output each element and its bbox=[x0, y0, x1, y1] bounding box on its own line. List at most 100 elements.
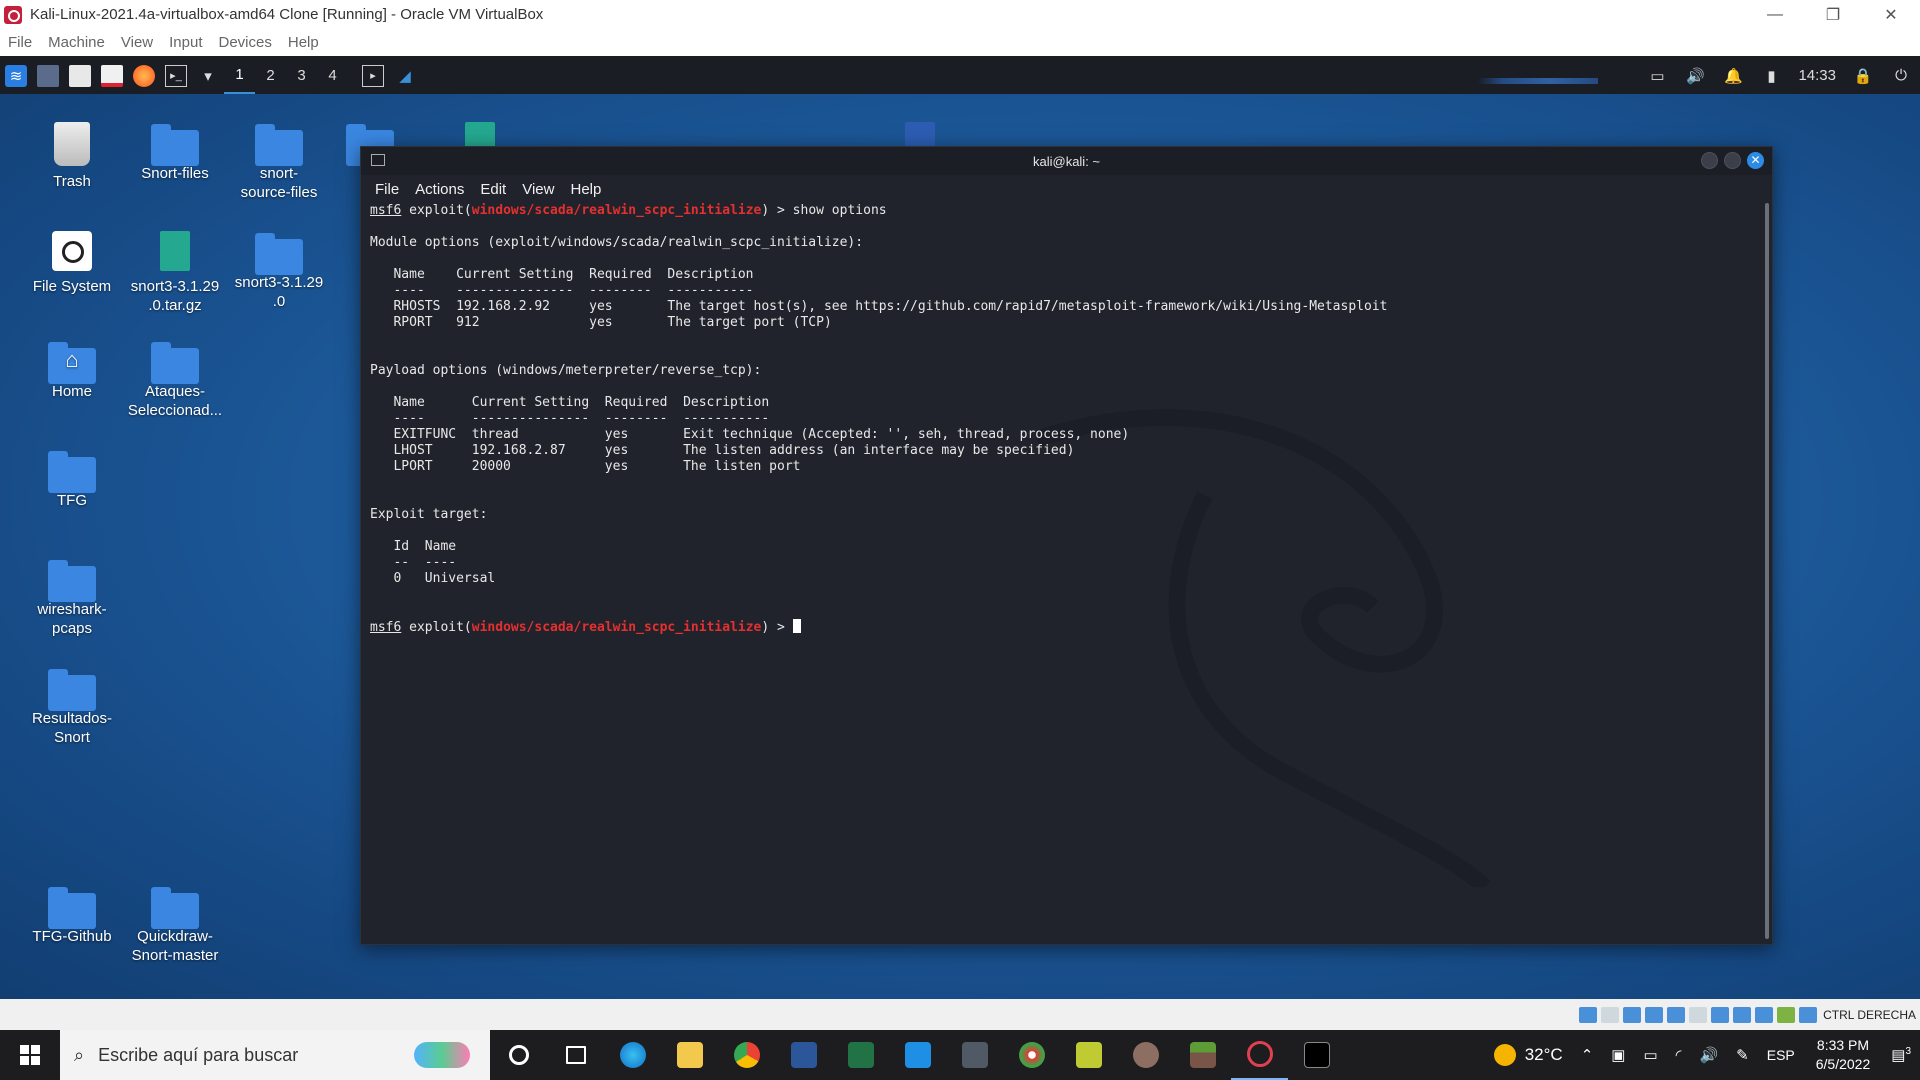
start-button[interactable] bbox=[0, 1030, 60, 1080]
power-icon[interactable]: ⏻ bbox=[1890, 65, 1912, 87]
kali-menu-icon[interactable]: ≋ bbox=[5, 64, 27, 87]
menu-input[interactable]: Input bbox=[161, 34, 210, 51]
optical-drive-icon[interactable] bbox=[1601, 1006, 1620, 1023]
desktop-icon-label: wireshark- pcaps bbox=[37, 601, 107, 637]
desktop-icon-ataques[interactable]: Ataques- Seleccionad... bbox=[120, 340, 230, 420]
terminal-menu-view[interactable]: View bbox=[514, 181, 562, 198]
file-manager-icon[interactable] bbox=[69, 64, 91, 87]
terminal-title-bar[interactable]: kali@kali: ~ ✕ bbox=[361, 147, 1772, 175]
desktop-icon-resultados-snort[interactable]: Resultados- Snort bbox=[17, 667, 127, 747]
desktop-icon-quickdraw[interactable]: Quickdraw- Snort-master bbox=[120, 885, 230, 965]
battery-icon[interactable]: ▮ bbox=[1760, 65, 1782, 87]
word-icon[interactable] bbox=[775, 1030, 832, 1080]
menu-help[interactable]: Help bbox=[280, 34, 327, 51]
close-button[interactable]: ✕ bbox=[1862, 0, 1920, 29]
monitor-icon[interactable]: ▭ bbox=[1646, 65, 1668, 87]
desktop-icon-snort-archive[interactable]: snort3-3.1.29 .0.tar.gz bbox=[120, 231, 230, 315]
terminal-close-button[interactable]: ✕ bbox=[1747, 152, 1764, 169]
kali-window-task-icon[interactable]: ◢ bbox=[394, 65, 416, 87]
terminal-scrollbar[interactable] bbox=[1765, 203, 1769, 939]
pen-icon[interactable]: ✎ bbox=[1727, 1046, 1758, 1064]
desktop-icon-home[interactable]: Home bbox=[17, 340, 127, 401]
taskbar-clock[interactable]: 8:33 PM 6/5/2022 bbox=[1804, 1036, 1883, 1074]
weather-icon[interactable] bbox=[1493, 1044, 1516, 1066]
cortana-icon[interactable] bbox=[490, 1030, 547, 1080]
terminal-maximize-button[interactable] bbox=[1724, 152, 1741, 169]
text-editor-icon[interactable] bbox=[101, 64, 123, 87]
workspace-4[interactable]: 4 bbox=[317, 57, 348, 94]
minimize-button[interactable]: — bbox=[1746, 0, 1804, 29]
desktop-icon-snort-source-files[interactable]: snort- source-files bbox=[224, 122, 334, 202]
task-view-icon[interactable] bbox=[547, 1030, 604, 1080]
folder-icon bbox=[48, 669, 96, 711]
terminal-menu-actions[interactable]: Actions bbox=[407, 181, 472, 198]
meet-now-icon[interactable]: ▣ bbox=[1602, 1046, 1634, 1064]
calculator-icon[interactable] bbox=[946, 1030, 1003, 1080]
excel-icon[interactable] bbox=[832, 1030, 889, 1080]
chevron-down-icon[interactable]: ▾ bbox=[197, 65, 219, 87]
desktop-icon-tfg[interactable]: TFG bbox=[17, 449, 127, 510]
language-indicator[interactable]: ESP bbox=[1758, 1047, 1804, 1063]
output-line: Name Current Setting Required Descriptio… bbox=[370, 395, 770, 410]
edge-icon[interactable] bbox=[604, 1030, 661, 1080]
terminal-taskbar-icon[interactable] bbox=[1288, 1030, 1345, 1080]
desktop-icon-tfg-github[interactable]: TFG-Github bbox=[17, 885, 127, 946]
minecraft-icon[interactable] bbox=[1174, 1030, 1231, 1080]
workspace-2[interactable]: 2 bbox=[255, 57, 286, 94]
guest-additions-icon[interactable] bbox=[1777, 1006, 1796, 1023]
chrome-icon[interactable] bbox=[718, 1030, 775, 1080]
notification-bell-icon[interactable]: 🔔 bbox=[1722, 65, 1744, 87]
host-key-label: CTRL DERECHA bbox=[1823, 1007, 1916, 1022]
battery-icon[interactable]: ▭ bbox=[1634, 1046, 1666, 1064]
terminal-menu-file[interactable]: File bbox=[367, 181, 407, 198]
menu-file[interactable]: File bbox=[0, 34, 40, 51]
app-icon-yellow[interactable] bbox=[1060, 1030, 1117, 1080]
notification-center-icon[interactable]: ▤3 bbox=[1882, 1046, 1920, 1064]
terminal-window[interactable]: kali@kali: ~ ✕ File Actions Edit View He… bbox=[360, 146, 1773, 945]
anime-app-icon[interactable] bbox=[1117, 1030, 1174, 1080]
current-prompt[interactable]: msf6 exploit(windows/scada/realwin_scpc_… bbox=[370, 619, 801, 635]
workspace-1[interactable]: 1 bbox=[224, 57, 255, 94]
desktop-icon-wireshark-pcaps[interactable]: wireshark- pcaps bbox=[17, 558, 127, 638]
panel-clock[interactable]: 14:33 bbox=[1798, 67, 1836, 84]
chevron-up-icon[interactable]: ⌃ bbox=[1572, 1046, 1603, 1064]
desktop-icon-label: Trash bbox=[53, 173, 91, 190]
menu-machine[interactable]: Machine bbox=[40, 34, 113, 51]
display-icon[interactable] bbox=[1711, 1006, 1730, 1023]
terminal-output[interactable]: msf6 exploit(windows/scada/realwin_scpc_… bbox=[370, 203, 1760, 938]
desktop-icon-snort-files[interactable]: Snort-files bbox=[120, 122, 230, 183]
wifi-icon[interactable]: ◜ bbox=[1667, 1046, 1691, 1064]
network-icon[interactable] bbox=[1645, 1006, 1664, 1023]
show-desktop-icon[interactable] bbox=[37, 64, 59, 87]
menu-devices[interactable]: Devices bbox=[211, 34, 280, 51]
hdd-icon[interactable] bbox=[1579, 1006, 1598, 1023]
desktop-icon-snort-folder[interactable]: snort3-3.1.29 .0 bbox=[224, 231, 334, 311]
weather-temperature[interactable]: 32°C bbox=[1516, 1045, 1572, 1065]
desktop-icon-file-system[interactable]: File System bbox=[17, 231, 127, 296]
virtualbox-taskbar-icon[interactable] bbox=[1231, 1030, 1288, 1080]
shared-folders-icon[interactable] bbox=[1689, 1006, 1708, 1023]
file-explorer-icon[interactable] bbox=[661, 1030, 718, 1080]
restore-button[interactable]: ❐ bbox=[1804, 0, 1862, 29]
terminal-menu-bar: File Actions Edit View Help bbox=[361, 175, 1772, 203]
desktop-icon-trash[interactable]: Trash bbox=[17, 122, 127, 191]
taskbar-search[interactable]: ⌕ Escribe aquí para buscar bbox=[60, 1030, 490, 1080]
menu-view[interactable]: View bbox=[113, 34, 161, 51]
workspace-3[interactable]: 3 bbox=[286, 57, 317, 94]
usb-icon[interactable] bbox=[1667, 1006, 1686, 1023]
terminal-window-task-icon[interactable]: ▸ bbox=[362, 64, 384, 87]
terminal-minimize-button[interactable] bbox=[1701, 152, 1718, 169]
terminal-icon[interactable]: ▸_ bbox=[165, 64, 187, 87]
audio-icon[interactable] bbox=[1623, 1006, 1642, 1023]
mail-icon[interactable] bbox=[889, 1030, 946, 1080]
lock-icon[interactable]: 🔒 bbox=[1852, 65, 1874, 87]
cpu-icon[interactable] bbox=[1755, 1006, 1774, 1023]
mouse-integration-icon[interactable] bbox=[1799, 1006, 1818, 1023]
terminal-menu-edit[interactable]: Edit bbox=[472, 181, 514, 198]
volume-icon[interactable]: 🔊 bbox=[1684, 65, 1706, 87]
speaker-icon[interactable]: 🔊 bbox=[1690, 1046, 1727, 1064]
paint-icon[interactable] bbox=[1003, 1030, 1060, 1080]
firefox-icon[interactable] bbox=[133, 64, 155, 87]
terminal-menu-help[interactable]: Help bbox=[562, 181, 609, 198]
recording-icon[interactable] bbox=[1733, 1006, 1752, 1023]
